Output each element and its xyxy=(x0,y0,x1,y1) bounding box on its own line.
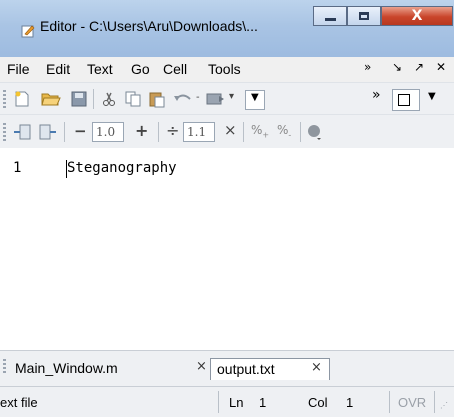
tab-close-icon[interactable]: × xyxy=(196,359,207,374)
tab-label: output.txt xyxy=(217,361,275,377)
tabbar-grip xyxy=(3,359,6,375)
status-divider xyxy=(218,391,219,413)
toolbar-cell: − 1.0 + ÷ 1.1 × %+ %- xyxy=(0,114,454,149)
maximize-icon xyxy=(359,12,369,20)
undo-dropdown-icon[interactable]: - xyxy=(196,92,200,103)
divide-button[interactable]: ÷ xyxy=(166,121,179,140)
insert-cell-below-icon[interactable] xyxy=(38,123,58,141)
tab-label: Main_Window.m xyxy=(15,360,118,376)
new-file-icon[interactable] xyxy=(13,90,31,108)
tab-output[interactable]: output.txt × xyxy=(210,358,330,380)
decrement-button[interactable]: − xyxy=(74,122,87,140)
increment-value-field[interactable]: 1.0 xyxy=(92,122,124,142)
toolbar-separator xyxy=(158,122,159,142)
close-button[interactable]: X xyxy=(381,6,453,26)
color-dropdown[interactable] xyxy=(392,89,420,111)
window-controls: X xyxy=(313,6,453,46)
breakpoint-icon[interactable] xyxy=(307,123,323,141)
comment-icon[interactable]: %+ xyxy=(251,123,269,139)
uncomment-icon[interactable]: %- xyxy=(277,123,291,139)
redo-icon[interactable] xyxy=(205,90,225,108)
maximize-button[interactable] xyxy=(347,6,381,26)
minimize-icon xyxy=(324,17,336,21)
toolbar-separator xyxy=(300,122,301,142)
close-icon: X xyxy=(411,8,423,24)
dock-icon[interactable]: ↘ xyxy=(392,60,402,74)
menu-go[interactable]: Go xyxy=(131,61,150,77)
toolbar-overflow-icon[interactable]: » xyxy=(372,87,381,103)
document-tabs: Main_Window.m × output.txt × xyxy=(0,350,454,387)
menu-bar: File Edit Text Go Cell Tools » ↘ ↗ ✕ xyxy=(0,57,454,82)
stop-icon xyxy=(398,94,410,106)
close-editor-icon[interactable]: ✕ xyxy=(436,60,446,74)
increment-button[interactable]: + xyxy=(135,121,148,140)
save-icon[interactable] xyxy=(70,90,88,108)
insert-cell-icon[interactable] xyxy=(12,123,32,141)
toolbar-separator xyxy=(243,122,244,142)
color-dropdown-chevron-icon[interactable]: ▼ xyxy=(428,91,436,102)
chevron-down-icon: ▼ xyxy=(251,92,259,103)
redo-dropdown-icon[interactable]: ▾ xyxy=(229,91,234,102)
undo-icon[interactable] xyxy=(172,90,194,108)
status-divider xyxy=(389,391,390,413)
cut-icon[interactable] xyxy=(100,90,118,108)
dropdown-button[interactable]: ▼ xyxy=(245,90,265,110)
resize-grip-icon[interactable]: ⋰ xyxy=(440,401,448,410)
editor-icon xyxy=(21,25,35,38)
toolbar-grip[interactable] xyxy=(3,90,6,108)
tab-main-window[interactable]: Main_Window.m × xyxy=(10,358,210,380)
menu-tools[interactable]: Tools xyxy=(208,61,241,77)
code-line[interactable]: Steganography xyxy=(67,160,177,176)
status-divider xyxy=(434,391,435,413)
menu-cell[interactable]: Cell xyxy=(163,61,187,77)
editor-pane[interactable]: 1 Steganography xyxy=(0,148,454,350)
factor-value-field[interactable]: 1.1 xyxy=(183,122,215,142)
copy-icon[interactable] xyxy=(124,90,142,108)
toolbar-main: - ▾ ▼ » ▼ xyxy=(0,82,454,115)
col-label: Col xyxy=(308,395,328,410)
menu-file[interactable]: File xyxy=(7,61,30,77)
col-value: 1 xyxy=(346,395,354,410)
undock-icon[interactable]: ↗ xyxy=(414,60,424,74)
toolbar-separator xyxy=(93,89,94,109)
multiply-button[interactable]: × xyxy=(224,121,237,139)
line-value: 1 xyxy=(259,395,267,410)
window-title: Editor - C:\Users\Aru\Downloads\... xyxy=(40,18,258,34)
overwrite-mode-indicator: OVR xyxy=(398,395,427,410)
title-bar: Editor - C:\Users\Aru\Downloads\... X xyxy=(0,0,454,57)
minimize-button[interactable] xyxy=(313,6,347,26)
toolbar-separator xyxy=(64,122,65,142)
tab-close-icon[interactable]: × xyxy=(311,360,322,375)
menu-edit[interactable]: Edit xyxy=(46,61,70,77)
toolbar-grip[interactable] xyxy=(3,123,6,141)
menu-overflow-icon[interactable]: » xyxy=(364,60,371,74)
line-label: Ln xyxy=(229,395,244,410)
file-type-label: ext file xyxy=(0,395,38,410)
menu-text[interactable]: Text xyxy=(87,61,113,77)
open-folder-icon[interactable] xyxy=(41,90,61,108)
paste-icon[interactable] xyxy=(148,90,166,108)
line-number: 1 xyxy=(13,160,22,176)
text-cursor xyxy=(66,160,67,178)
status-bar: ext file Ln 1 Col 1 OVR ⋰ xyxy=(0,386,454,417)
